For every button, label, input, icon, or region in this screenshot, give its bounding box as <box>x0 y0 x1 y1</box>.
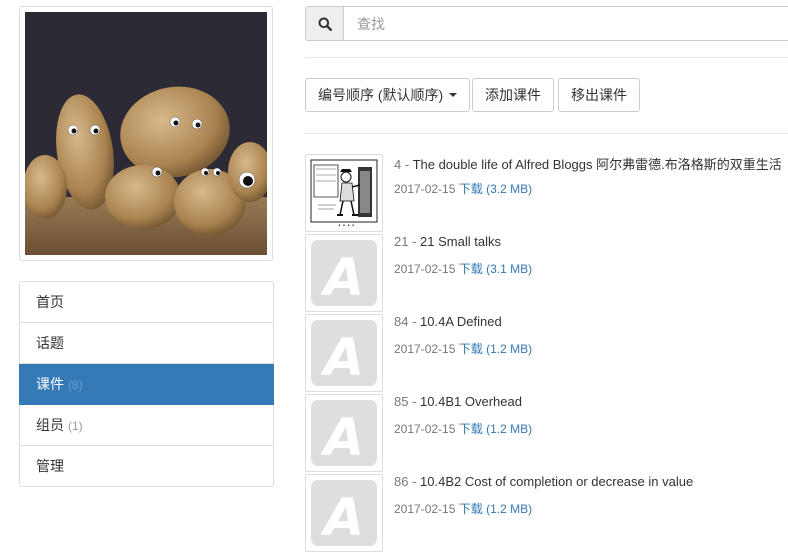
download-label: 下载 <box>458 262 483 276</box>
courseware-number: 21 - <box>394 234 417 249</box>
courseware-title[interactable]: 4 - The double life of Alfred Bloggs 阿尔弗… <box>394 154 782 173</box>
list-item: A 86 - 10.4B2 Cost of completion or decr… <box>305 474 788 554</box>
courseware-date: 2017-02-15 <box>394 422 456 436</box>
potatoes-image <box>25 12 267 255</box>
nav-item-topics[interactable]: 话题 <box>20 323 273 364</box>
file-size: (1.2 MB) <box>486 502 533 516</box>
courseware-title[interactable]: 86 - 10.4B2 Cost of completion or decrea… <box>394 474 693 489</box>
add-courseware-button[interactable]: 添加课件 <box>472 78 554 112</box>
file-size: (1.2 MB) <box>486 342 533 356</box>
add-courseware-label: 添加课件 <box>485 87 541 103</box>
courseware-number: 4 - <box>394 157 410 172</box>
remove-courseware-label: 移出课件 <box>571 87 627 103</box>
courseware-date: 2017-02-15 <box>394 262 456 276</box>
courseware-name: The double life of Alfred Bloggs 阿尔弗雷德.布… <box>412 157 782 172</box>
document-a-icon: A <box>311 320 377 388</box>
courseware-meta: 2017-02-15 下载 (3.1 MB) <box>394 260 532 277</box>
courseware-number: 86 - <box>394 474 417 489</box>
courseware-thumbnail[interactable]: • • • • <box>305 154 383 232</box>
nav-item-label: 组员 <box>36 417 64 433</box>
svg-text:A: A <box>320 248 364 308</box>
sort-dropdown[interactable]: 编号顺序 (默认顺序) <box>305 78 471 112</box>
courseware-name: 21 Small talks <box>420 234 501 249</box>
courseware-date: 2017-02-15 <box>394 342 456 356</box>
search-button[interactable] <box>306 7 344 40</box>
divider <box>305 57 788 58</box>
svg-text:A: A <box>320 328 364 388</box>
nav-item-count: (8) <box>68 378 83 392</box>
file-size: (1.2 MB) <box>486 422 533 436</box>
nav-item-members[interactable]: 组员 (1) <box>20 405 273 446</box>
download-label: 下载 <box>458 342 483 356</box>
courseware-name: 10.4B2 Cost of completion or decrease in… <box>420 474 694 489</box>
download-link[interactable]: 下载 (3.1 MB) <box>459 262 532 276</box>
list-item: • • • • 4 - The double life of Alfred Bl… <box>305 154 788 234</box>
caret-down-icon <box>449 93 458 98</box>
download-label: 下载 <box>458 422 483 436</box>
download-link[interactable]: 下载 (1.2 MB) <box>459 502 532 516</box>
comic-thumbnail-icon: • • • • <box>308 157 380 229</box>
document-a-icon: A <box>311 400 377 468</box>
courseware-thumbnail[interactable]: A <box>305 394 383 472</box>
download-label: 下载 <box>458 502 483 516</box>
courseware-name: 10.4A Defined <box>420 314 502 329</box>
nav-item-label: 课件 <box>36 376 64 392</box>
courseware-meta: 2017-02-15 下载 (1.2 MB) <box>394 500 532 517</box>
courseware-title[interactable]: 21 - 21 Small talks <box>394 234 501 249</box>
courseware-name: 10.4B1 Overhead <box>420 394 522 409</box>
courseware-thumbnail[interactable]: A <box>305 234 383 312</box>
courseware-title[interactable]: 85 - 10.4B1 Overhead <box>394 394 522 409</box>
nav-item-manage[interactable]: 管理 <box>20 446 273 486</box>
svg-text:• • • •: • • • • <box>338 223 355 229</box>
courseware-thumbnail[interactable]: A <box>305 314 383 392</box>
group-nav: 首页 话题 课件 (8) 组员 (1) 管理 <box>19 281 274 487</box>
file-size: (3.1 MB) <box>486 262 533 276</box>
nav-item-label: 管理 <box>36 458 64 474</box>
list-item: A 85 - 10.4B1 Overhead 2017-02-15 下载 (1.… <box>305 394 788 474</box>
search-input[interactable] <box>344 7 788 40</box>
group-avatar <box>19 6 273 261</box>
nav-item-label: 话题 <box>36 335 64 351</box>
file-size: (3.2 MB) <box>486 182 533 196</box>
courseware-date: 2017-02-15 <box>394 502 456 516</box>
courseware-list: • • • • 4 - The double life of Alfred Bl… <box>305 154 788 554</box>
list-item: A 84 - 10.4A Defined 2017-02-15 下载 (1.2 … <box>305 314 788 394</box>
download-label: 下载 <box>458 182 483 196</box>
search-icon <box>318 17 332 31</box>
nav-item-count: (1) <box>68 419 83 433</box>
sort-dropdown-label: 编号顺序 (默认顺序) <box>318 87 444 103</box>
courseware-meta: 2017-02-15 下载 (3.2 MB) <box>394 180 532 197</box>
svg-text:A: A <box>320 408 364 468</box>
divider <box>305 133 788 134</box>
courseware-thumbnail[interactable]: A <box>305 474 383 552</box>
svg-text:A: A <box>320 488 364 548</box>
remove-courseware-button[interactable]: 移出课件 <box>558 78 640 112</box>
courseware-date: 2017-02-15 <box>394 182 456 196</box>
courseware-meta: 2017-02-15 下载 (1.2 MB) <box>394 340 532 357</box>
nav-item-label: 首页 <box>36 294 64 310</box>
document-a-icon: A <box>311 240 377 308</box>
nav-item-home[interactable]: 首页 <box>20 282 273 323</box>
courseware-number: 84 - <box>394 314 417 329</box>
download-link[interactable]: 下载 (3.2 MB) <box>459 182 532 196</box>
courseware-meta: 2017-02-15 下载 (1.2 MB) <box>394 420 532 437</box>
courseware-title[interactable]: 84 - 10.4A Defined <box>394 314 502 329</box>
search-bar <box>305 6 788 41</box>
document-a-icon: A <box>311 480 377 548</box>
courseware-number: 85 - <box>394 394 417 409</box>
download-link[interactable]: 下载 (1.2 MB) <box>459 422 532 436</box>
nav-item-courseware[interactable]: 课件 (8) <box>19 364 274 405</box>
page: 首页 话题 课件 (8) 组员 (1) 管理 编号顺序 (默认顺序) 添加课件 <box>0 0 788 560</box>
list-item: A 21 - 21 Small talks 2017-02-15 下载 (3.1… <box>305 234 788 314</box>
download-link[interactable]: 下载 (1.2 MB) <box>459 342 532 356</box>
